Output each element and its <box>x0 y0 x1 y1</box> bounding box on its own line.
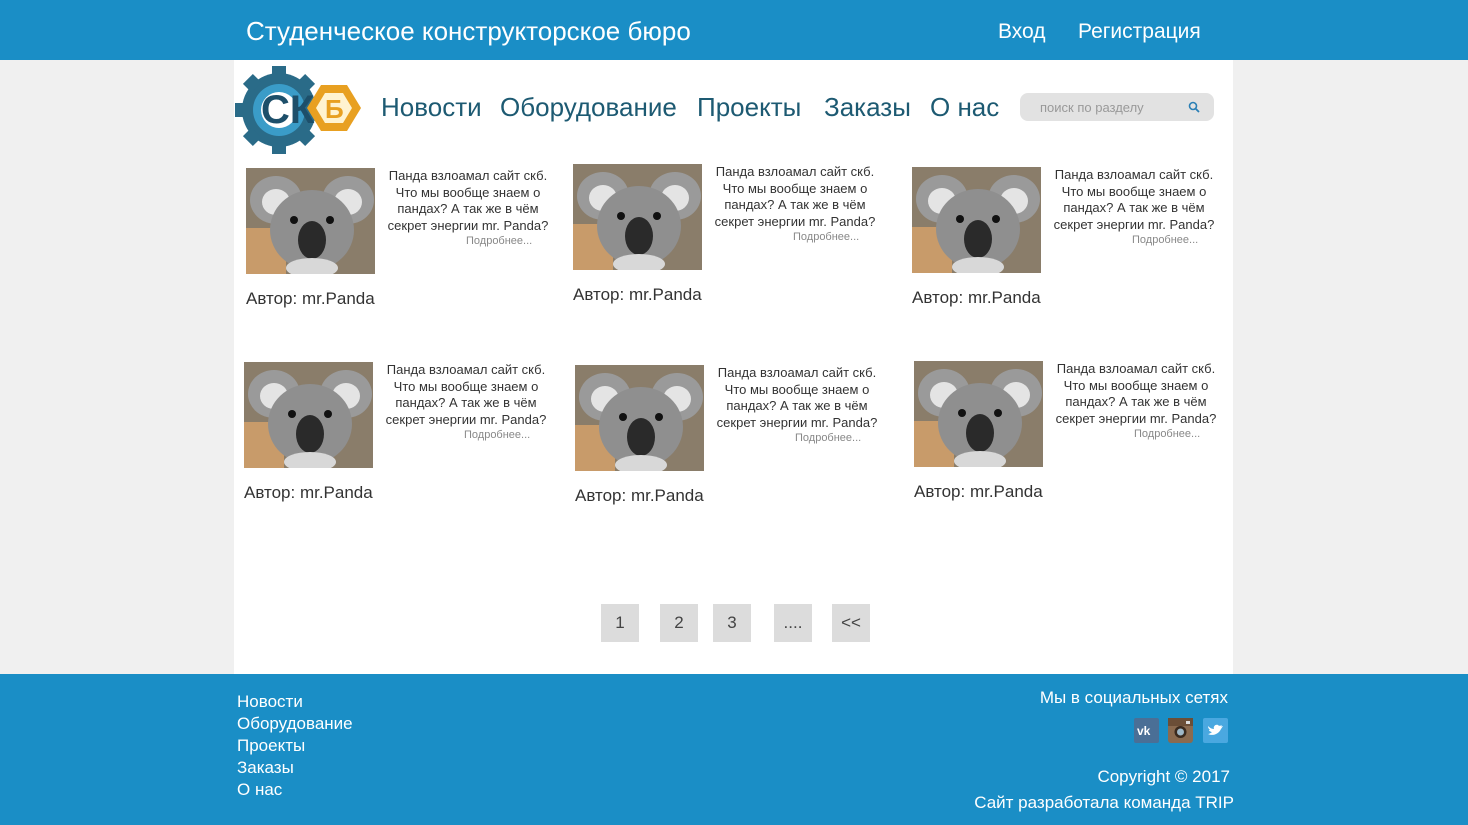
koala-image[interactable] <box>573 164 702 270</box>
news-card: Панда взлоамал сайт скб. Что мы вообще з… <box>244 362 554 522</box>
card-author: Автор: mr.Panda <box>246 289 375 308</box>
card-author: Автор: mr.Panda <box>244 483 373 502</box>
svg-text:СК: СК <box>261 88 315 132</box>
search-input[interactable] <box>1020 93 1180 121</box>
card-teaser: Панда взлоамал сайт скб. Что мы вообще з… <box>714 164 876 229</box>
svg-text:Б: Б <box>325 94 344 124</box>
read-more-link[interactable]: Подробнее... <box>795 432 861 444</box>
nav-item-projects[interactable]: Проекты <box>697 92 801 123</box>
footer-link-news[interactable]: Новости <box>237 691 353 713</box>
twitter-icon[interactable] <box>1203 718 1228 743</box>
site-footer: Новости Оборудование Проекты Заказы О на… <box>0 674 1468 825</box>
card-author: Автор: mr.Panda <box>914 482 1043 501</box>
site-title: Студенческое конструкторское бюро <box>246 16 691 46</box>
page-button-3[interactable]: 3 <box>713 604 751 642</box>
footer-link-orders[interactable]: Заказы <box>237 757 353 779</box>
news-card: Панда взлоамал сайт скб. Что мы вообще з… <box>573 164 883 324</box>
footer-link-equipment[interactable]: Оборудование <box>237 713 353 735</box>
news-card: Панда взлоамал сайт скб. Что мы вообще з… <box>246 168 556 328</box>
card-author: Автор: mr.Panda <box>575 486 704 505</box>
koala-image[interactable] <box>912 167 1041 273</box>
news-card: Панда взлоамал сайт скб. Что мы вообще з… <box>912 167 1222 327</box>
card-author: Автор: mr.Panda <box>573 285 702 304</box>
credit-text: Сайт разработала команда TRIP <box>974 793 1234 812</box>
news-card: Панда взлоамал сайт скб. Что мы вообще з… <box>575 365 885 525</box>
read-more-link[interactable]: Подробнее... <box>464 429 530 441</box>
social-label: Мы в социальных сетях <box>1039 688 1228 707</box>
card-teaser: Панда взлоамал сайт скб. Что мы вообще з… <box>385 362 547 427</box>
koala-image[interactable] <box>244 362 373 468</box>
footer-link-projects[interactable]: Проекты <box>237 735 353 757</box>
main-content: СК Б Новости Оборудование Проекты Заказы… <box>234 60 1233 674</box>
read-more-link[interactable]: Подробнее... <box>1134 428 1200 440</box>
top-header: Студенческое конструкторское бюро Вход Р… <box>0 0 1468 60</box>
koala-image[interactable] <box>575 365 704 471</box>
card-author: Автор: mr.Panda <box>912 288 1041 307</box>
card-teaser: Панда взлоамал сайт скб. Что мы вообще з… <box>716 365 878 430</box>
card-teaser: Панда взлоамал сайт скб. Что мы вообще з… <box>1053 167 1215 232</box>
koala-image[interactable] <box>246 168 375 274</box>
nav-item-orders[interactable]: Заказы <box>824 92 911 123</box>
instagram-icon[interactable] <box>1168 718 1193 743</box>
nav-item-about[interactable]: О нас <box>930 92 999 123</box>
news-card: Панда взлоамал сайт скб. Что мы вообще з… <box>914 361 1224 521</box>
read-more-link[interactable]: Подробнее... <box>793 231 859 243</box>
nav-item-equipment[interactable]: Оборудование <box>500 92 677 123</box>
read-more-link[interactable]: Подробнее... <box>1132 234 1198 246</box>
search-box <box>1020 93 1214 121</box>
search-icon[interactable] <box>1188 101 1200 113</box>
footer-nav: Новости Оборудование Проекты Заказы О на… <box>237 691 353 801</box>
koala-image[interactable] <box>914 361 1043 467</box>
card-teaser: Панда взлоамал сайт скб. Что мы вообще з… <box>1055 361 1217 426</box>
register-link[interactable]: Регистрация <box>1078 20 1201 44</box>
svg-text:vk: vk <box>1137 724 1151 738</box>
page-button-back[interactable]: << <box>832 604 870 642</box>
vk-icon[interactable]: vk <box>1134 718 1159 743</box>
read-more-link[interactable]: Подробнее... <box>466 235 532 247</box>
copyright-text: Copyright © 2017 <box>1097 767 1230 786</box>
skb-logo[interactable]: СК Б <box>234 64 364 156</box>
page-button-ellipsis[interactable]: .... <box>774 604 812 642</box>
card-teaser: Панда взлоамал сайт скб. Что мы вообще з… <box>387 168 549 233</box>
footer-link-about[interactable]: О нас <box>237 779 353 801</box>
login-link[interactable]: Вход <box>998 20 1046 44</box>
page-button-2[interactable]: 2 <box>660 604 698 642</box>
nav-item-news[interactable]: Новости <box>381 92 482 123</box>
page-button-1[interactable]: 1 <box>601 604 639 642</box>
